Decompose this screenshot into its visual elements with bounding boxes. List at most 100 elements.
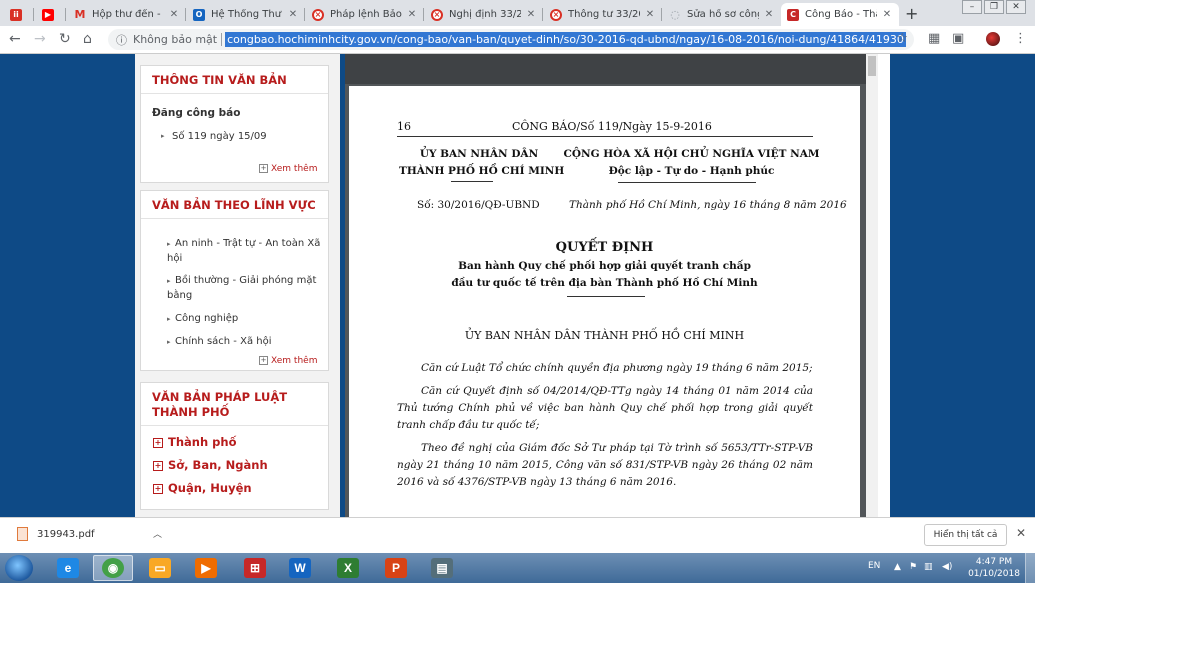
info-box: THÔNG TIN VĂN BẢN Đăng công báo ▸ Số 119… xyxy=(140,65,329,183)
field-item[interactable]: Chính sách - Xã hội xyxy=(175,334,271,349)
law-item-label: Sở, Ban, Ngành xyxy=(168,458,268,472)
volume-icon[interactable]: ◀) xyxy=(942,562,952,572)
taskbar-app[interactable]: ⊞ xyxy=(235,555,275,581)
tab-title: Nghị định 33/200 xyxy=(449,9,521,20)
maximize-icon[interactable]: ❐ xyxy=(984,0,1004,14)
header-rule xyxy=(397,136,813,137)
start-button[interactable] xyxy=(5,555,33,581)
sidebar: THÔNG TIN VĂN BẢN Đăng công báo ▸ Số 119… xyxy=(135,54,340,517)
nation-line2: Độc lập - Tự do - Hạnh phúc xyxy=(608,165,775,177)
extension-icon[interactable]: ▦ xyxy=(928,31,940,46)
taskbar-app[interactable]: e xyxy=(48,555,88,581)
info-box-title: THÔNG TIN VĂN BẢN xyxy=(141,66,328,94)
new-tab-button[interactable]: + xyxy=(905,4,918,23)
window-close-icon[interactable]: ✕ xyxy=(1006,0,1026,14)
taskbar-app[interactable]: ▭ xyxy=(140,555,180,581)
tab-title: Công Báo - Thàn xyxy=(805,9,877,20)
issuer-line2: THÀNH PHỐ HỒ CHÍ MINH xyxy=(399,165,565,177)
close-icon[interactable]: ✕ xyxy=(644,9,656,20)
forward-arrow-icon[interactable]: → xyxy=(34,31,46,47)
chevron-up-icon[interactable]: ︿ xyxy=(153,527,162,540)
fields-more-link[interactable]: + Xem thêm xyxy=(259,356,317,366)
folder-icon: ▭ xyxy=(149,558,171,578)
pdf-page: 16 CÔNG BÁO/Số 119/Ngày 15-9-2016 ỦY BAN… xyxy=(349,86,860,517)
flag-icon[interactable]: ⚑ xyxy=(909,562,917,572)
preamble-paragraph: Căn cứ Luật Tổ chức chính quyền địa phươ… xyxy=(421,362,813,374)
bullet-icon: ▸ xyxy=(161,132,165,140)
close-icon[interactable]: ✕ xyxy=(881,9,893,20)
close-icon[interactable]: ✕ xyxy=(168,9,180,20)
info-icon[interactable]: ⓘ xyxy=(116,32,127,48)
tab-0[interactable]: ii xyxy=(4,3,34,26)
clock-date: 01/10/2018 xyxy=(968,569,1020,579)
tab-7[interactable]: ◌ Sửa hồ sơ công v ✕ xyxy=(663,3,781,26)
plus-square-icon: + xyxy=(259,164,268,173)
download-filename[interactable]: 319943.pdf xyxy=(37,529,95,540)
network-icon[interactable]: ▥ xyxy=(924,562,933,572)
plus-square-icon: + xyxy=(259,356,268,365)
language-indicator[interactable]: EN xyxy=(868,561,880,571)
law-item-districts[interactable]: + Quận, Huyện xyxy=(153,481,252,495)
tab-8-active[interactable]: C Công Báo - Thàn ✕ xyxy=(781,3,899,26)
tab-3[interactable]: O Hệ Thống Thư Đi ✕ xyxy=(187,3,305,26)
address-bar[interactable]: ⓘ Không bảo mật congbao.hochiminhcity.go… xyxy=(108,29,914,50)
red-circle-icon: × xyxy=(431,8,443,21)
tab-6[interactable]: × Thông tư 33/2015 ✕ xyxy=(544,3,662,26)
taskbar-app-active[interactable]: ◉ xyxy=(93,555,133,581)
home-icon[interactable]: ⌂ xyxy=(83,31,92,47)
tray-expand-icon[interactable]: ▲ xyxy=(894,562,901,572)
profile-avatar[interactable] xyxy=(986,32,1000,46)
page-content: THÔNG TIN VĂN BẢN Đăng công báo ▸ Số 119… xyxy=(0,54,1035,517)
law-item-city[interactable]: + Thành phố xyxy=(153,435,237,449)
info-item[interactable]: Số 119 ngày 15/09 xyxy=(172,129,267,144)
law-box-title: VĂN BẢN PHÁP LUẬT THÀNH PHỐ xyxy=(141,383,328,426)
tab-title: Thông tư 33/2015 xyxy=(568,9,640,20)
close-icon[interactable]: ✕ xyxy=(763,9,775,20)
close-icon[interactable]: ✕ xyxy=(287,9,299,20)
bookmark-star-icon[interactable]: ☆ xyxy=(896,31,908,46)
close-icon[interactable]: ✕ xyxy=(525,9,537,20)
preamble-paragraph: Theo đề nghị của Giám đốc Sở Tư pháp tại… xyxy=(397,442,813,488)
ie-icon: e xyxy=(57,558,79,578)
show-desktop-button[interactable] xyxy=(1025,553,1035,583)
show-all-downloads-button[interactable]: Hiển thị tất cả xyxy=(924,524,1007,546)
scrollbar-thumb[interactable] xyxy=(868,56,876,76)
taskbar-app[interactable]: ▤ xyxy=(422,555,462,581)
screenshot-extension-icon[interactable]: ▣ xyxy=(952,31,964,46)
field-item[interactable]: Công nghiệp xyxy=(175,311,238,326)
taskbar-app[interactable]: P xyxy=(376,555,416,581)
powerpoint-icon: P xyxy=(385,558,407,578)
taskbar-app[interactable]: W xyxy=(280,555,320,581)
law-item-departments[interactable]: + Sở, Ban, Ngành xyxy=(153,458,268,472)
more-label: Xem thêm xyxy=(271,356,318,366)
tab-1[interactable]: ▶ xyxy=(36,3,66,26)
close-icon[interactable]: ✕ xyxy=(406,9,418,20)
tab-5[interactable]: × Nghị định 33/200 ✕ xyxy=(425,3,543,26)
tab-4[interactable]: × Pháp lệnh Bảo vệ ✕ xyxy=(306,3,424,26)
field-item[interactable]: An ninh - Trật tự - An toàn Xã hội xyxy=(167,236,325,266)
explorer-window-icon: ▤ xyxy=(431,558,453,578)
fields-box-title: VĂN BẢN THEO LĨNH VỰC xyxy=(141,191,328,219)
network-app-icon: ⊞ xyxy=(244,558,266,578)
tab-2[interactable]: M Hộp thư đến - dc ✕ xyxy=(68,3,186,26)
url-text[interactable]: congbao.hochiminhcity.gov.vn/cong-bao/va… xyxy=(225,32,906,47)
minimize-icon[interactable]: – xyxy=(962,0,982,14)
back-arrow-icon[interactable]: ← xyxy=(9,31,21,47)
generic-app-icon: ii xyxy=(10,8,22,21)
reload-icon[interactable]: ↻ xyxy=(59,31,71,47)
taskbar-app[interactable]: ▶ xyxy=(186,555,226,581)
system-clock[interactable]: 4:47 PM 01/10/2018 xyxy=(968,556,1020,580)
downloads-bar: 319943.pdf ︿ Hiển thị tất cả ✕ xyxy=(0,517,1035,553)
subject-line1: Ban hành Quy chế phối hợp giải quyết tra… xyxy=(458,260,751,272)
menu-icon[interactable]: ⋮ xyxy=(1014,31,1027,46)
close-icon[interactable]: ✕ xyxy=(1016,526,1026,540)
gmail-icon: M xyxy=(74,8,86,21)
pdf-viewer-toolbar xyxy=(345,54,866,84)
address-divider xyxy=(221,33,223,46)
page-gutter xyxy=(878,54,890,517)
page-scrollbar[interactable] xyxy=(866,54,878,517)
info-more-link[interactable]: + Xem thêm xyxy=(259,164,317,174)
field-item[interactable]: Bồi thường - Giải phóng mặt bằng xyxy=(167,273,325,303)
nation-line1: CỘNG HÒA XÃ HỘI CHỦ NGHĨA VIỆT NAM xyxy=(563,148,820,160)
taskbar-app[interactable]: X xyxy=(328,555,368,581)
